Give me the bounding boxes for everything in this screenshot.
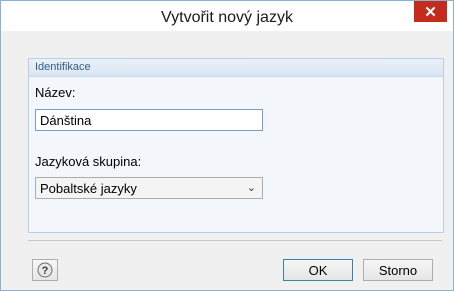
svg-text:?: ? — [42, 265, 49, 277]
name-label: Název: — [35, 85, 76, 100]
dialog-body: Identifikace Název: Dánština Jazyková sk… — [1, 31, 453, 290]
group-title: Identifikace — [35, 61, 91, 73]
dialog-window: Vytvořit nový jazyk ✕ Identifikace Název… — [0, 0, 454, 291]
language-group-value: Pobaltské jazyky — [40, 181, 137, 196]
chevron-down-icon: ⌄ — [246, 182, 256, 194]
ok-button[interactable]: OK — [283, 259, 353, 281]
language-group-select[interactable]: Pobaltské jazyky ⌄ — [35, 177, 263, 199]
dialog-title: Vytvořit nový jazyk — [161, 9, 293, 26]
name-input[interactable]: Dánština — [35, 109, 263, 131]
language-group-label: Jazyková skupina: — [35, 154, 142, 169]
help-button[interactable]: ? — [32, 259, 58, 281]
identification-group: Identifikace Název: Dánština Jazyková sk… — [28, 58, 444, 233]
title-bar: Vytvořit nový jazyk ✕ — [1, 1, 453, 31]
help-icon: ? — [37, 262, 53, 278]
close-button[interactable]: ✕ — [414, 1, 447, 22]
cancel-button[interactable]: Storno — [363, 259, 433, 281]
separator — [28, 240, 442, 241]
close-icon: ✕ — [424, 3, 437, 21]
group-header: Identifikace — [29, 59, 443, 77]
